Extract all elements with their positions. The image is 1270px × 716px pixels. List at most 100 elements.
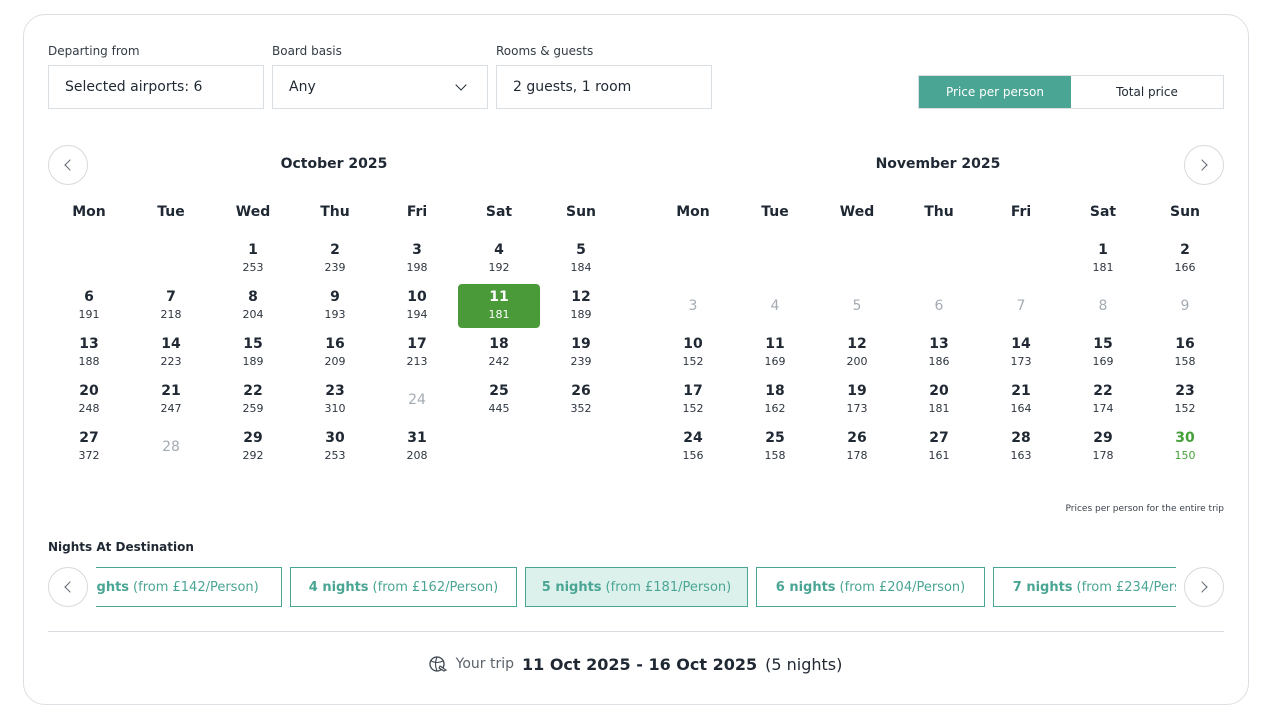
calendar-day[interactable]: 27 161 xyxy=(898,425,980,469)
calendar-day: 28 xyxy=(130,425,212,469)
calendar-day[interactable]: 28 163 xyxy=(980,425,1062,469)
nights-option-5[interactable]: 5 nights (from £181/Person) xyxy=(525,567,748,607)
calendar-day[interactable]: 24 156 xyxy=(652,425,734,469)
calendar-day[interactable]: 31 208 xyxy=(376,425,458,469)
calendar-day[interactable]: 10 194 xyxy=(376,284,458,328)
total-price-button[interactable]: Total price xyxy=(1071,76,1223,108)
nights-option-7[interactable]: 7 nights(from £234/Person) xyxy=(993,567,1176,607)
day-number: 25 xyxy=(489,383,509,399)
calendar-day[interactable]: 6 191 xyxy=(48,284,130,328)
calendar-day[interactable]: 10 152 xyxy=(652,331,734,375)
calendar-day[interactable]: 15 169 xyxy=(1062,331,1144,375)
day-number: 12 xyxy=(571,289,591,305)
day-number: 13 xyxy=(929,336,949,352)
calendar-day[interactable]: 15 189 xyxy=(212,331,294,375)
day-number: 27 xyxy=(929,430,949,446)
board-label: Board basis xyxy=(272,44,342,58)
calendar-day[interactable]: 20 248 xyxy=(48,378,130,422)
day-number: 2 xyxy=(330,242,340,258)
calendar-day[interactable]: 5 184 xyxy=(540,237,622,281)
calendar-day[interactable]: 23 152 xyxy=(1144,378,1226,422)
departing-select[interactable]: Selected airports: 6 xyxy=(48,65,264,109)
day-price: 178 xyxy=(1092,449,1114,462)
calendar-day[interactable]: 23 310 xyxy=(294,378,376,422)
nights-option-4[interactable]: 4 nights (from £162/Person) xyxy=(290,567,517,607)
departing-value: Selected airports: 6 xyxy=(65,79,203,95)
calendar-day: 8 xyxy=(1062,284,1144,328)
day-price: 213 xyxy=(406,355,428,368)
calendar-day[interactable]: 19 173 xyxy=(816,378,898,422)
calendar-day[interactable]: 22 174 xyxy=(1062,378,1144,422)
calendar-day[interactable]: 13 186 xyxy=(898,331,980,375)
calendar-day[interactable]: 30 150 xyxy=(1144,425,1226,469)
calendar-day[interactable]: 2 166 xyxy=(1144,237,1226,281)
calendar-day[interactable]: 4 192 xyxy=(458,237,540,281)
day-number: 18 xyxy=(765,383,785,399)
calendar-day: 7 xyxy=(980,284,1062,328)
calendar-day[interactable]: 12 189 xyxy=(540,284,622,328)
day-price: 247 xyxy=(160,402,182,415)
weekday-header: Sat xyxy=(485,204,513,220)
price-per-person-button[interactable]: Price per person xyxy=(919,76,1071,108)
calendar-day[interactable]: 2 239 xyxy=(294,237,376,281)
rooms-select[interactable]: 2 guests, 1 room xyxy=(496,65,712,109)
day-price: 186 xyxy=(928,355,950,368)
calendar-day[interactable]: 13 188 xyxy=(48,331,130,375)
calendar-day[interactable]: 16 158 xyxy=(1144,331,1226,375)
calendar-day[interactable]: 20 181 xyxy=(898,378,980,422)
calendar-day[interactable]: 21 164 xyxy=(980,378,1062,422)
calendar-day[interactable]: 9 193 xyxy=(294,284,376,328)
day-number: 15 xyxy=(243,336,263,352)
day-number: 19 xyxy=(847,383,867,399)
day-price: 310 xyxy=(324,402,346,415)
calendar-day[interactable]: 30 253 xyxy=(294,425,376,469)
calendar-day[interactable]: 11 169 xyxy=(734,331,816,375)
day-price: 189 xyxy=(242,355,264,368)
calendar-day: 9 xyxy=(1144,284,1226,328)
nights-option-3[interactable]: 3 nights(from £142/Person) xyxy=(96,567,282,607)
calendar-day[interactable]: 18 242 xyxy=(458,331,540,375)
calendar-day[interactable]: 1 253 xyxy=(212,237,294,281)
calendar-day[interactable]: 25 445 xyxy=(458,378,540,422)
day-price: 242 xyxy=(488,355,510,368)
calendar-day[interactable]: 26 352 xyxy=(540,378,622,422)
day-price: 200 xyxy=(846,355,868,368)
calendar-day[interactable]: 26 178 xyxy=(816,425,898,469)
calendar-day[interactable]: 27 372 xyxy=(48,425,130,469)
day-price: 173 xyxy=(846,402,868,415)
board-select[interactable]: Any xyxy=(272,65,488,109)
calendar-day[interactable]: 11 181 xyxy=(458,284,540,328)
nights-option-6[interactable]: 6 nights (from £204/Person) xyxy=(756,567,985,607)
calendar-day[interactable]: 16 209 xyxy=(294,331,376,375)
calendar-day[interactable]: 17 152 xyxy=(652,378,734,422)
day-number: 4 xyxy=(494,242,504,258)
day-price: 198 xyxy=(406,261,428,274)
calendar-day[interactable]: 7 218 xyxy=(130,284,212,328)
calendar-day[interactable]: 29 178 xyxy=(1062,425,1144,469)
calendar-day[interactable]: 14 223 xyxy=(130,331,212,375)
day-price: 253 xyxy=(242,261,264,274)
month-title-october: October 2025 xyxy=(280,156,388,172)
calendar-day[interactable]: 17 213 xyxy=(376,331,458,375)
day-price: 352 xyxy=(570,402,592,415)
calendar-day[interactable]: 1 181 xyxy=(1062,237,1144,281)
calendar-day[interactable]: 25 158 xyxy=(734,425,816,469)
calendar-day[interactable]: 22 259 xyxy=(212,378,294,422)
calendar-day[interactable]: 3 198 xyxy=(376,237,458,281)
day-number: 10 xyxy=(407,289,427,305)
nights-prev-button[interactable] xyxy=(48,567,88,607)
calendar-day[interactable]: 19 239 xyxy=(540,331,622,375)
nights-next-button[interactable] xyxy=(1184,567,1224,607)
calendar-day[interactable]: 21 247 xyxy=(130,378,212,422)
calendar-day[interactable]: 18 162 xyxy=(734,378,816,422)
calendar-day[interactable]: 8 204 xyxy=(212,284,294,328)
day-number: 26 xyxy=(847,430,867,446)
calendar-day[interactable]: 12 200 xyxy=(816,331,898,375)
calendar-day[interactable]: 14 173 xyxy=(980,331,1062,375)
day-price: 192 xyxy=(488,261,510,274)
day-number: 12 xyxy=(847,336,867,352)
calendar-day[interactable]: 29 292 xyxy=(212,425,294,469)
day-number: 24 xyxy=(683,430,703,446)
day-number: 11 xyxy=(765,336,785,352)
day-price: 161 xyxy=(928,449,950,462)
